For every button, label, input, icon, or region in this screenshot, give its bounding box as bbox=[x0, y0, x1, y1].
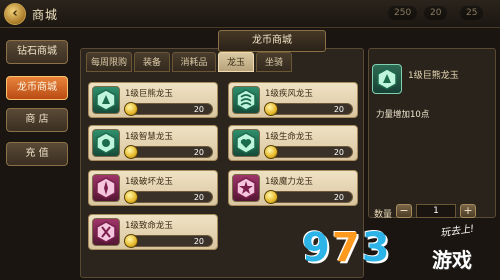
resource-counter-2: 20 bbox=[424, 6, 448, 20]
watermark-digit: 3 bbox=[361, 225, 392, 271]
dragon-coin-icon bbox=[264, 190, 278, 204]
dragon-coin-icon bbox=[124, 234, 138, 248]
back-button[interactable]: ‹ bbox=[4, 3, 26, 25]
price-bar: 20 bbox=[124, 102, 213, 116]
item-price: 20 bbox=[333, 148, 344, 157]
sidebar-item-recharge[interactable]: 充 值 bbox=[6, 142, 68, 166]
wind-jade-icon bbox=[232, 86, 260, 114]
shop-item-lethal-jade[interactable]: 1级致命龙玉 20 bbox=[88, 214, 218, 250]
price-bar: 20 bbox=[264, 145, 353, 159]
destroy-jade-icon bbox=[92, 174, 120, 202]
selected-item-description: 力量增加10点 bbox=[376, 110, 430, 120]
bear-jade-icon bbox=[92, 86, 120, 114]
dragon-coin-icon bbox=[264, 102, 278, 116]
item-name: 1级破坏龙玉 bbox=[125, 177, 173, 187]
quantity-input[interactable]: 1 bbox=[416, 204, 456, 218]
tab-mounts[interactable]: 坐骑 bbox=[256, 52, 292, 72]
watermark-slogan: 玩去上! bbox=[439, 223, 475, 240]
life-jade-icon bbox=[232, 129, 260, 157]
quantity-decrease-button[interactable]: − bbox=[396, 204, 412, 218]
sidebar-item-diamond-shop[interactable]: 钻石商城 bbox=[6, 40, 68, 64]
panel-title: 龙币商城 bbox=[218, 30, 326, 52]
dragon-coin-icon bbox=[124, 190, 138, 204]
item-name: 1级致命龙玉 bbox=[125, 221, 173, 231]
resource-counter-3: 25 bbox=[460, 6, 484, 20]
back-arrow-icon: ‹ bbox=[12, 6, 18, 21]
item-name: 1级生命龙玉 bbox=[265, 132, 313, 142]
shop-item-magic-jade[interactable]: 1级魔力龙玉 20 bbox=[228, 170, 358, 206]
tab-weekly-limited[interactable]: 每周限购 bbox=[86, 52, 132, 72]
selected-item-icon bbox=[372, 64, 402, 94]
price-bar: 20 bbox=[124, 234, 213, 248]
watermark-brand: 游戏 bbox=[432, 248, 472, 272]
sidebar-item-dragon-coin-shop[interactable]: 龙币商城 bbox=[6, 76, 68, 100]
dragon-coin-icon bbox=[124, 145, 138, 159]
watermark-logo: 973 bbox=[302, 226, 392, 270]
price-bar: 20 bbox=[124, 190, 213, 204]
shop-item-wisdom-jade[interactable]: 1级智慧龙玉 20 bbox=[88, 125, 218, 161]
price-bar: 20 bbox=[264, 102, 353, 116]
tab-dragon-jade[interactable]: 龙玉 bbox=[218, 52, 254, 72]
item-name: 1级魔力龙玉 bbox=[265, 177, 313, 187]
dragon-coin-icon bbox=[264, 145, 278, 159]
item-name: 1级巨熊龙玉 bbox=[125, 89, 173, 99]
item-price: 20 bbox=[193, 105, 204, 114]
item-name: 1级疾风龙玉 bbox=[265, 89, 313, 99]
item-name: 1级智慧龙玉 bbox=[125, 132, 173, 142]
lethal-jade-icon bbox=[92, 218, 120, 246]
page-title: 商城 bbox=[32, 8, 59, 22]
resource-counter-1: 250 bbox=[388, 6, 418, 20]
price-bar: 20 bbox=[124, 145, 213, 159]
quantity-label: 数量 bbox=[374, 210, 393, 220]
item-price: 20 bbox=[193, 193, 204, 202]
shop-item-bear-jade[interactable]: 1级巨熊龙玉 20 bbox=[88, 82, 218, 118]
item-price: 20 bbox=[193, 148, 204, 157]
shop-item-wind-jade[interactable]: 1级疾风龙玉 20 bbox=[228, 82, 358, 118]
price-bar: 20 bbox=[264, 190, 353, 204]
sidebar-item-store[interactable]: 商 店 bbox=[6, 108, 68, 132]
watermark-digit: 9 bbox=[302, 225, 332, 271]
wisdom-jade-icon bbox=[92, 129, 120, 157]
shop-item-destroy-jade[interactable]: 1级破坏龙玉 20 bbox=[88, 170, 218, 206]
magic-jade-icon bbox=[232, 174, 260, 202]
tab-consumables[interactable]: 消耗品 bbox=[172, 52, 216, 72]
selected-item-name: 1级巨熊龙玉 bbox=[408, 71, 459, 81]
item-price: 20 bbox=[193, 237, 204, 246]
tab-equipment[interactable]: 装备 bbox=[134, 52, 170, 72]
item-price: 20 bbox=[333, 105, 344, 114]
top-bar: ‹ 商城 250 20 25 bbox=[0, 0, 500, 28]
dragon-coin-icon bbox=[124, 102, 138, 116]
item-price: 20 bbox=[333, 193, 344, 202]
watermark-digit: 7 bbox=[331, 225, 362, 271]
shop-item-life-jade[interactable]: 1级生命龙玉 20 bbox=[228, 125, 358, 161]
quantity-increase-button[interactable]: + bbox=[460, 204, 476, 218]
